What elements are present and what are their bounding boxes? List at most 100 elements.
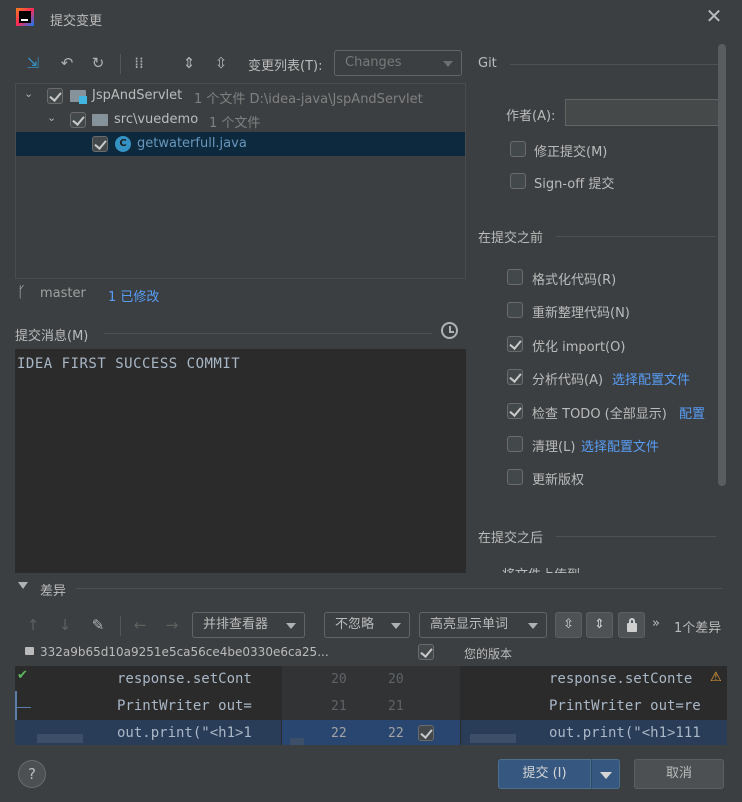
collapse-all-icon[interactable]: ⇳ <box>210 52 232 74</box>
commit-button[interactable]: 提交 (I) <box>498 759 591 789</box>
arrow-left-icon[interactable]: ← <box>129 614 151 636</box>
amend-label[interactable]: 修正提交(M) <box>534 141 607 160</box>
left-line-number-1: 20 <box>331 672 347 687</box>
before-item-label: 格式化代码(R) <box>532 273 617 288</box>
compare-icon[interactable]: ⇲ <box>22 52 44 74</box>
commit-message-editor[interactable]: IDEA FIRST SUCCESS COMMIT <box>15 349 466 573</box>
warning-icon[interactable]: ⚠ <box>710 670 722 685</box>
before-item-6[interactable]: 更新版权 <box>507 469 717 489</box>
checkbox[interactable] <box>507 269 523 285</box>
changes-tree: ⌄ JspAndServlet 1 个文件 D:\idea-java\JspAn… <box>15 83 466 279</box>
tree-row-file[interactable]: C getwaterfull.java <box>16 132 465 156</box>
right-line-3: out.print("<h1>111 <box>549 725 701 741</box>
author-field[interactable] <box>565 99 721 126</box>
chevron-down-icon[interactable] <box>18 582 28 589</box>
group-by-icon[interactable]: ⁞⁞ <box>128 52 150 74</box>
revision-hash: 332a9b65d10a9251e5ca56ce4be0330e6ca25... <box>40 645 329 659</box>
sync-scroll-icon[interactable]: ⇕ <box>586 612 613 638</box>
configure-todo-link[interactable]: 配置 <box>679 403 705 422</box>
checkbox[interactable] <box>507 369 523 385</box>
lock-icon[interactable] <box>618 612 645 638</box>
refresh-icon[interactable]: ↻ <box>87 52 109 74</box>
signoff-label[interactable]: Sign-off 提交 <box>534 173 614 192</box>
branch-name[interactable]: master <box>40 286 86 301</box>
checkbox[interactable] <box>507 403 523 419</box>
left-line-2: PrintWriter out= <box>117 698 252 714</box>
diff-count: 1个差异 <box>674 621 722 636</box>
arrow-up-icon[interactable]: ↑ <box>22 614 44 636</box>
diff-panel: ✔ response.setCont PrintWriter out= out.… <box>15 666 727 745</box>
signoff-checkbox[interactable] <box>510 173 526 189</box>
tree-row-folder[interactable]: ⌄ src\vuedemo 1 个文件 <box>16 108 465 132</box>
branch-icon: ᚴ <box>17 283 27 301</box>
expand-all-icon[interactable]: ⇕ <box>178 52 200 74</box>
title-bar: 提交变更 ✕ <box>0 0 742 36</box>
chevron-down-icon <box>286 623 296 629</box>
root-meta: 1 个文件 D:\idea-java\JspAndServlet <box>194 92 423 107</box>
viewer-dropdown[interactable]: 并排查看器 <box>192 612 305 638</box>
chevron-down-icon[interactable]: ⌄ <box>24 87 33 100</box>
your-version-checkbox[interactable] <box>418 644 434 660</box>
edit-icon[interactable]: ✎ <box>87 614 109 636</box>
root-checkbox[interactable] <box>47 88 63 104</box>
highlight-value: 高亮显示单词 <box>430 617 509 632</box>
before-item-label: 清理(L) <box>532 440 576 455</box>
diff-toolbar: ↑ ↓ ✎ ← → 并排查看器 不忽略 高亮显示单词 ⇳ ⇕ » 1个差异 <box>15 612 727 640</box>
checkbox[interactable] <box>507 436 523 452</box>
changes-toolbar: ⇲ ↶ ↻ ⁞⁞ ⇕ ⇳ 变更列表(T): Changes <box>16 50 466 78</box>
author-label: 作者(A): <box>506 109 556 124</box>
right-line-2: PrintWriter out=re <box>549 698 701 714</box>
history-clock-icon[interactable] <box>441 322 458 339</box>
changelist-dropdown[interactable]: Changes <box>334 50 462 76</box>
before-item-label: 重新整理代码(N) <box>532 306 630 321</box>
before-item-3[interactable]: 分析代码(A) 选择配置文件 <box>507 369 717 389</box>
ignore-dropdown[interactable]: 不忽略 <box>324 612 410 638</box>
folder-checkbox[interactable] <box>70 112 86 128</box>
folder-meta: 1 个文件 <box>209 116 261 131</box>
chevron-down-icon[interactable]: ⌄ <box>47 111 56 124</box>
include-change-checkbox[interactable] <box>418 725 434 741</box>
arrow-right-icon[interactable]: → <box>161 614 183 636</box>
before-item-2[interactable]: 优化 import(O) <box>507 336 717 356</box>
diff-gutter: 20 21 22 20 21 22 <box>282 666 460 745</box>
chevron-down-icon <box>391 623 401 629</box>
file-checkbox[interactable] <box>92 136 108 152</box>
before-item-0[interactable]: 格式化代码(R) <box>507 269 717 289</box>
close-icon[interactable]: ✕ <box>704 6 724 26</box>
configure-cleanup-link[interactable]: 选择配置文件 <box>581 436 659 455</box>
checkbox[interactable] <box>507 469 523 485</box>
before-item-5[interactable]: 清理(L) 选择配置文件 <box>507 436 717 456</box>
collapse-unchanged-icon[interactable]: ⇳ <box>555 612 582 638</box>
before-item-label: 分析代码(A) <box>532 373 604 388</box>
checkbox[interactable] <box>507 336 523 352</box>
diff-title: 差异 <box>40 584 67 599</box>
modified-count[interactable]: 1 已修改 <box>108 286 159 305</box>
configure-profile-link[interactable]: 选择配置文件 <box>612 369 690 388</box>
module-folder-icon <box>70 90 87 104</box>
revision-bar: 332a9b65d10a9251e5ca56ce4be0330e6ca25...… <box>15 642 727 664</box>
before-item-1[interactable]: 重新整理代码(N) <box>507 302 717 322</box>
left-line-number-3: 22 <box>331 726 347 741</box>
options-scrollbar[interactable] <box>718 44 726 486</box>
highlight-dropdown[interactable]: 高亮显示单词 <box>419 612 547 638</box>
before-item-4[interactable]: 检查 TODO (全部显示) 配置 <box>507 403 717 423</box>
folder-icon <box>92 114 108 126</box>
right-editor[interactable]: response.setConte PrintWriter out=re out… <box>461 666 727 745</box>
commit-message-text: IDEA FIRST SUCCESS COMMIT <box>17 356 241 372</box>
commit-options-button[interactable] <box>591 759 620 789</box>
left-editor[interactable]: ✔ response.setCont PrintWriter out= out.… <box>15 666 281 745</box>
amend-checkbox[interactable] <box>510 141 526 157</box>
before-commit-title: 在提交之前 <box>478 231 544 246</box>
arrow-down-icon[interactable]: ↓ <box>54 614 76 636</box>
help-button[interactable]: ? <box>18 760 46 788</box>
cancel-button[interactable]: 取消 <box>634 759 724 789</box>
chevron-down-icon <box>600 772 612 779</box>
rollback-icon[interactable]: ↶ <box>56 52 78 74</box>
chevron-down-icon <box>443 61 453 67</box>
git-title: Git <box>478 56 497 71</box>
before-item-label: 检查 TODO (全部显示) <box>532 407 667 422</box>
checkbox[interactable] <box>507 302 523 318</box>
intellij-logo-icon <box>16 8 34 26</box>
more-icon[interactable]: » <box>652 616 660 631</box>
tree-row-root[interactable]: ⌄ JspAndServlet 1 个文件 D:\idea-java\JspAn… <box>16 84 465 108</box>
